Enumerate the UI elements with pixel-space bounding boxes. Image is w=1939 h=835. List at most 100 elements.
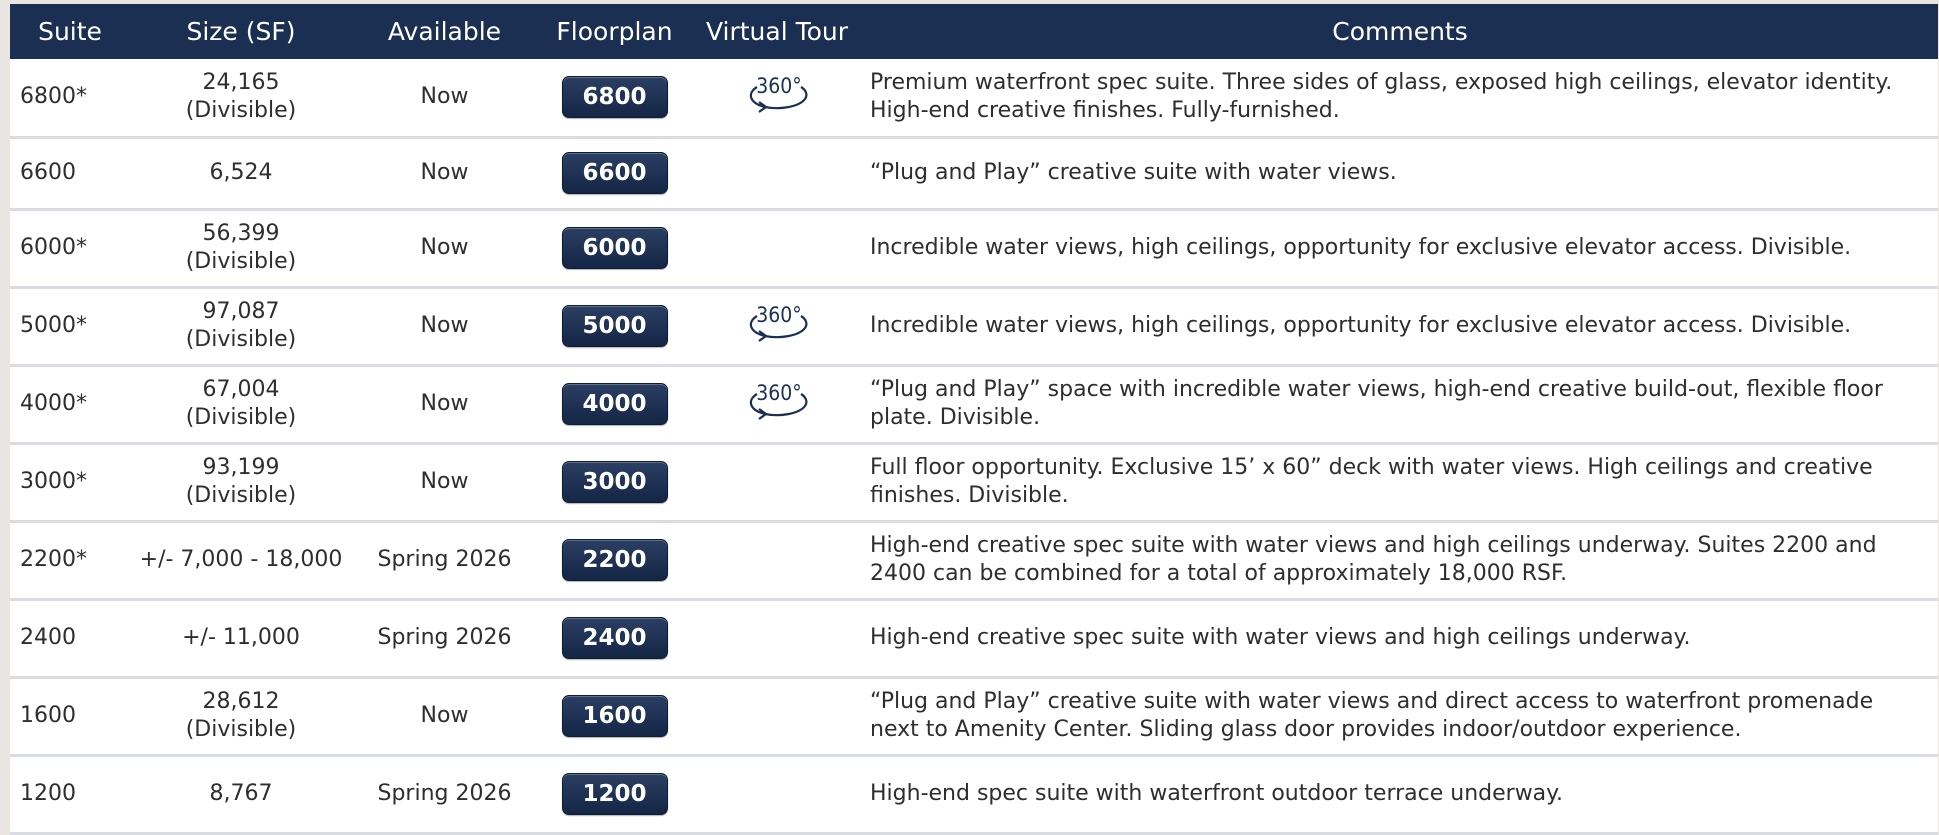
floorplan-cell: 6800 bbox=[537, 59, 692, 137]
virtual-tour-360-icon[interactable]: 360° bbox=[741, 376, 813, 424]
table-row: 1200 8,767 Spring 2026 1200 High-end spe… bbox=[10, 755, 1938, 833]
suite-cell: 6600 bbox=[20, 160, 76, 185]
available-cell: Now bbox=[420, 84, 469, 110]
virtual-tour-cell: 360° bbox=[692, 287, 862, 365]
floorplan-button[interactable]: 1200 bbox=[561, 773, 668, 815]
table-row: 6000* 56,399 (Divisible) Now 6000 Incred… bbox=[10, 209, 1938, 287]
size-cell: 93,199 (Divisible) bbox=[130, 443, 352, 521]
floorplan-button[interactable]: 1600 bbox=[561, 695, 668, 737]
floorplan-cell: 1200 bbox=[537, 755, 692, 833]
available-cell: Now bbox=[420, 235, 469, 260]
size-value: 24,165 bbox=[202, 70, 280, 96]
floorplan-cell: 1600 bbox=[537, 677, 692, 755]
size-cell: 24,165 (Divisible) bbox=[130, 59, 352, 137]
available-cell: Now bbox=[420, 160, 469, 185]
size-note: (Divisible) bbox=[185, 249, 297, 274]
floorplan-cell: 6000 bbox=[537, 209, 692, 287]
availability-table: Suite Size (SF) Available Floorplan Virt… bbox=[10, 4, 1938, 835]
size-cell: 6,524 bbox=[130, 137, 352, 209]
suite-cell: 5000* bbox=[20, 313, 87, 338]
size-cell: +/- 7,000 - 18,000 bbox=[130, 521, 352, 599]
floorplan-cell: 6600 bbox=[537, 137, 692, 209]
available-cell: Spring 2026 bbox=[377, 781, 512, 806]
table-header-row: Suite Size (SF) Available Floorplan Virt… bbox=[10, 4, 1938, 59]
floorplan-button[interactable]: 4000 bbox=[561, 383, 668, 425]
table-row: 2400 +/- 11,000 Spring 2026 2400 High-en… bbox=[10, 599, 1938, 677]
floorplan-button[interactable]: 3000 bbox=[561, 461, 668, 503]
header-virtual-tour: Virtual Tour bbox=[705, 17, 849, 46]
table-row: 2200* +/- 7,000 - 18,000 Spring 2026 220… bbox=[10, 521, 1938, 599]
size-cell: 28,612 (Divisible) bbox=[130, 677, 352, 755]
header-size: Size (SF) bbox=[186, 17, 296, 46]
suite-cell: 6000* bbox=[20, 235, 87, 260]
virtual-tour-cell bbox=[692, 677, 862, 755]
available-cell: Spring 2026 bbox=[377, 547, 512, 572]
available-cell: Now bbox=[420, 313, 469, 338]
virtual-tour-360-icon[interactable]: 360° bbox=[741, 298, 813, 346]
size-value: 67,004 bbox=[202, 377, 280, 402]
suite-cell: 1200 bbox=[20, 781, 76, 806]
size-cell: +/- 11,000 bbox=[130, 599, 352, 677]
floorplan-button[interactable]: 2200 bbox=[561, 539, 668, 581]
floorplan-button[interactable]: 6000 bbox=[561, 227, 668, 269]
suite-cell: 2200* bbox=[20, 547, 87, 572]
virtual-tour-cell bbox=[692, 755, 862, 833]
suite-cell: 6800* bbox=[20, 84, 87, 110]
table-row: 3000* 93,199 (Divisible) Now 3000 Full f… bbox=[10, 443, 1938, 521]
floorplan-cell: 2400 bbox=[537, 599, 692, 677]
comment-cell: “Plug and Play” creative suite with wate… bbox=[870, 689, 1874, 742]
comment-cell: Premium waterfront spec suite. Three sid… bbox=[870, 70, 1893, 124]
size-cell: 8,767 bbox=[130, 755, 352, 833]
available-cell: Spring 2026 bbox=[377, 625, 512, 650]
size-value: 28,612 bbox=[202, 689, 280, 714]
comment-cell: Incredible water views, high ceilings, o… bbox=[870, 313, 1852, 338]
floorplan-cell: 5000 bbox=[537, 287, 692, 365]
virtual-tour-cell bbox=[692, 209, 862, 287]
virtual-tour-cell: 360° bbox=[692, 59, 862, 137]
comment-cell: Full floor opportunity. Exclusive 15’ x … bbox=[870, 455, 1873, 508]
availability-table-panel: Suite Size (SF) Available Floorplan Virt… bbox=[10, 4, 1938, 835]
virtual-tour-cell bbox=[692, 599, 862, 677]
comment-cell: High-end creative spec suite with water … bbox=[870, 533, 1877, 586]
size-note: (Divisible) bbox=[185, 327, 297, 352]
table-row: 6600 6,524 Now 6600 “Plug and Play” crea… bbox=[10, 137, 1938, 209]
comment-cell: “Plug and Play” space with incredible wa… bbox=[870, 377, 1883, 430]
suite-cell: 2400 bbox=[20, 625, 76, 650]
floorplan-cell: 3000 bbox=[537, 443, 692, 521]
available-cell: Now bbox=[420, 703, 469, 728]
header-floorplan: Floorplan bbox=[556, 17, 673, 46]
size-value: +/- 11,000 bbox=[182, 625, 300, 650]
size-note: (Divisible) bbox=[185, 405, 297, 430]
floorplan-button[interactable]: 2400 bbox=[561, 617, 668, 659]
comment-cell: High-end creative spec suite with water … bbox=[870, 625, 1691, 650]
size-note: (Divisible) bbox=[185, 98, 297, 124]
size-value: +/- 7,000 - 18,000 bbox=[139, 547, 343, 572]
floorplan-button[interactable]: 5000 bbox=[561, 305, 668, 347]
virtual-tour-cell bbox=[692, 137, 862, 209]
virtual-tour-cell bbox=[692, 521, 862, 599]
size-value: 6,524 bbox=[209, 160, 273, 185]
floorplan-button[interactable]: 6600 bbox=[561, 152, 668, 194]
virtual-tour-360-icon[interactable]: 360° bbox=[741, 69, 813, 117]
size-note: (Divisible) bbox=[185, 717, 297, 742]
suite-cell: 4000* bbox=[20, 391, 87, 416]
floorplan-button[interactable]: 6800 bbox=[561, 76, 668, 119]
size-cell: 56,399 (Divisible) bbox=[130, 209, 352, 287]
tour-icon-label: 360° bbox=[756, 74, 802, 98]
table-body: 6800* 24,165 (Divisible) Now 6800 360° P… bbox=[10, 59, 1938, 833]
table-row: 6800* 24,165 (Divisible) Now 6800 360° P… bbox=[10, 59, 1938, 137]
table-row: 5000* 97,087 (Divisible) Now 5000 360° I… bbox=[10, 287, 1938, 365]
suite-cell: 3000* bbox=[20, 469, 87, 494]
size-value: 93,199 bbox=[202, 455, 280, 480]
comment-cell: High-end spec suite with waterfront outd… bbox=[870, 781, 1564, 806]
table-row: 1600 28,612 (Divisible) Now 1600 “Plug a… bbox=[10, 677, 1938, 755]
comment-cell: “Plug and Play” creative suite with wate… bbox=[870, 160, 1397, 185]
size-value: 8,767 bbox=[209, 781, 273, 806]
size-value: 97,087 bbox=[202, 299, 280, 324]
tour-icon-label: 360° bbox=[756, 303, 802, 327]
available-cell: Now bbox=[420, 391, 469, 416]
size-cell: 67,004 (Divisible) bbox=[130, 365, 352, 443]
comment-cell: Incredible water views, high ceilings, o… bbox=[870, 235, 1852, 260]
available-cell: Now bbox=[420, 469, 469, 494]
virtual-tour-cell: 360° bbox=[692, 365, 862, 443]
